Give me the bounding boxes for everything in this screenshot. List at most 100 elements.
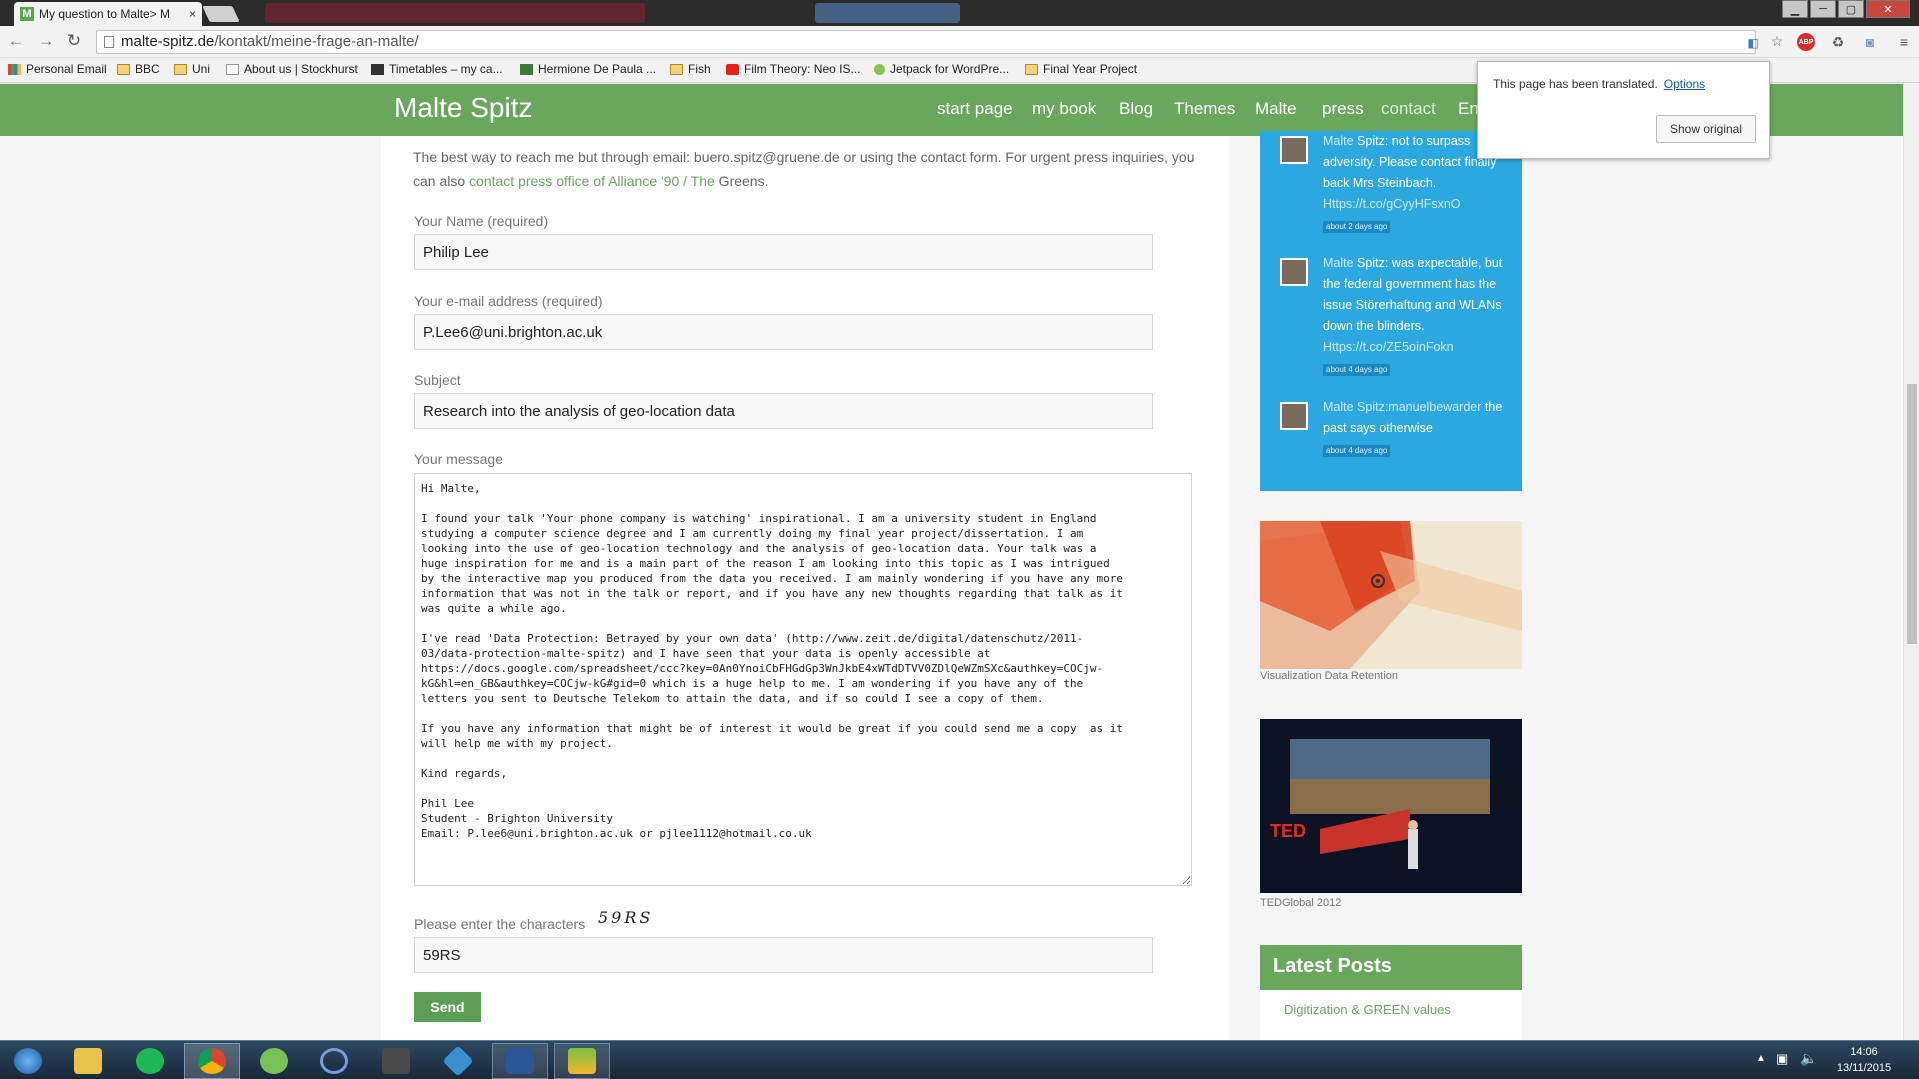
site-title[interactable]: Malte Spitz [394, 92, 533, 124]
minimize-button[interactable]: ─ [1810, 0, 1836, 18]
camera-extension-icon[interactable]: ◙ [1861, 33, 1879, 51]
address-bar[interactable]: malte-spitz.de/kontakt/meine-frage-an-ma… [96, 30, 1756, 54]
captcha-field[interactable] [414, 937, 1153, 973]
minimize-user-icon[interactable]: ▁ [1782, 0, 1808, 18]
tab-close-icon[interactable]: × [189, 7, 202, 21]
timetable-icon [371, 63, 384, 75]
start-button[interactable] [0, 1043, 56, 1079]
folder-icon [174, 63, 187, 75]
map-caption[interactable]: Visualization Data Retention [1260, 670, 1398, 682]
system-clock[interactable]: 14:06 13/11/2015 [1824, 1044, 1904, 1076]
subject-field[interactable] [414, 393, 1153, 429]
bookmark-label: About us | Stockhurst [244, 62, 358, 76]
taskbar-app[interactable] [122, 1043, 178, 1079]
latest-post-link[interactable]: Digitization & GREEN values [1260, 990, 1522, 1040]
message-field[interactable]: Hi Malte, I found your talk 'Your phone … [414, 473, 1192, 886]
taskbar-app[interactable] [368, 1043, 424, 1079]
avatar[interactable] [1280, 258, 1308, 286]
nav-malte[interactable]: Malte [1255, 99, 1297, 119]
captcha-image: 59RS [598, 908, 654, 927]
maximize-button[interactable]: ▢ [1838, 0, 1864, 18]
forward-icon[interactable]: → [36, 31, 56, 51]
tray-arrow-icon[interactable]: ▲ [1756, 1053, 1766, 1064]
browser-tab[interactable]: M My question to Malte> M × [14, 2, 202, 26]
taskbar-app[interactable] [60, 1043, 116, 1079]
tweet-time[interactable]: about 2 days ago [1323, 221, 1391, 233]
bookmark-label: Uni [192, 62, 211, 76]
taskbar-app[interactable] [554, 1043, 610, 1079]
menu-icon[interactable]: ≡ [1895, 33, 1913, 51]
name-field[interactable] [414, 234, 1153, 270]
nav-my-book[interactable]: my book [1032, 99, 1096, 119]
back-icon[interactable]: ← [6, 31, 26, 51]
bluestacks-icon [568, 1048, 596, 1074]
page-icon [104, 36, 114, 48]
bookmark-item[interactable]: Film Theory: Neo IS... [726, 62, 860, 76]
page-scrollbar[interactable] [1903, 84, 1919, 1040]
tweet-author[interactable]: Malte [1323, 256, 1354, 270]
taskbar-app[interactable] [430, 1043, 486, 1079]
email-label: Your e-mail address (required) [414, 293, 603, 309]
ted-talk-video-image[interactable]: TED [1260, 719, 1522, 893]
translate-icon[interactable]: ◧ [1744, 34, 1762, 52]
taskbar-app[interactable] [246, 1043, 302, 1079]
bookmark-item[interactable]: About us | Stockhurst [226, 62, 358, 76]
nav-contact[interactable]: contact [1381, 99, 1436, 119]
adblock-icon[interactable]: ABP [1797, 33, 1815, 51]
send-button[interactable]: Send [414, 992, 481, 1022]
data-retention-map-image[interactable] [1260, 521, 1522, 669]
bookmark-star-icon[interactable]: ☆ [1768, 32, 1786, 50]
grid-icon [8, 63, 21, 75]
nav-english[interactable]: En [1458, 99, 1479, 119]
site-favicon-icon: M [20, 7, 34, 21]
network-icon[interactable]: ▣ [1776, 1051, 1788, 1067]
reload-icon[interactable]: ↻ [64, 31, 84, 51]
press-office-link[interactable]: contact press office of Alliance '90 / T… [469, 173, 715, 189]
bookmark-label: Timetables – my ca... [389, 62, 503, 76]
email-field[interactable] [414, 314, 1153, 350]
twitter-widget: Malte Spitz: not to surpass adversity. P… [1260, 131, 1522, 491]
svg-text:TED: TED [1270, 821, 1306, 841]
android-studio-icon [260, 1048, 288, 1074]
tweet-author[interactable]: Malte [1323, 134, 1354, 148]
translate-options-link[interactable]: Options [1664, 77, 1705, 91]
sublime-icon [382, 1048, 410, 1074]
bookmark-item[interactable]: Fish [670, 62, 711, 76]
folder-icon [670, 63, 683, 75]
spotify-icon [136, 1048, 164, 1074]
taskbar-app[interactable] [492, 1043, 548, 1079]
volume-icon[interactable]: 🔈 [1800, 1050, 1817, 1067]
bookmark-item[interactable]: Uni [174, 62, 210, 76]
bookmark-label: Hermione De Paula ... [538, 62, 657, 76]
avatar[interactable] [1280, 402, 1308, 430]
avatar[interactable] [1280, 136, 1308, 164]
recycle-extension-icon[interactable]: ♻ [1829, 33, 1847, 51]
bookmark-item[interactable]: BBC [117, 62, 160, 76]
intro-end: Greens. [714, 173, 769, 189]
bookmark-item[interactable]: Jetpack for WordPre... [874, 62, 1009, 76]
show-original-button[interactable]: Show original [1656, 115, 1756, 143]
nav-blog[interactable]: Blog [1119, 99, 1153, 119]
tweet-time[interactable]: about 4 days ago [1323, 445, 1391, 457]
bookmark-label: Jetpack for WordPre... [890, 62, 1010, 76]
translate-message: This page has been translated. [1493, 77, 1658, 91]
tweet-author[interactable]: Malte Spitz:manuelbewarder [1323, 400, 1481, 414]
video-caption[interactable]: TEDGlobal 2012 [1260, 897, 1341, 909]
bookmark-item[interactable]: Hermione De Paula ... [520, 62, 656, 76]
nav-start-page[interactable]: start page [937, 99, 1013, 119]
bookmark-item[interactable]: Final Year Project [1025, 62, 1137, 76]
nav-themes[interactable]: Themes [1174, 99, 1235, 119]
scrollbar-thumb[interactable] [1907, 384, 1917, 644]
close-window-button[interactable]: ✕ [1866, 0, 1910, 18]
taskbar-app[interactable] [306, 1043, 362, 1079]
bookmark-item[interactable]: Personal Email [8, 62, 107, 76]
tweet-link[interactable]: Https://t.co/ZE5oinFokn [1323, 340, 1454, 354]
tab-title: My question to Malte> M [39, 7, 171, 21]
nav-press[interactable]: press [1322, 99, 1364, 119]
tweet-time[interactable]: about 4 days ago [1323, 364, 1391, 376]
bookmark-item[interactable]: Timetables – my ca... [371, 62, 503, 76]
taskbar-app[interactable] [184, 1043, 240, 1079]
new-tab-button[interactable] [202, 6, 240, 22]
browser-toolbar: ← → ↻ malte-spitz.de/kontakt/meine-frage… [0, 26, 1919, 58]
tweet-link[interactable]: Https://t.co/gCyyHFsxnO [1323, 197, 1461, 211]
